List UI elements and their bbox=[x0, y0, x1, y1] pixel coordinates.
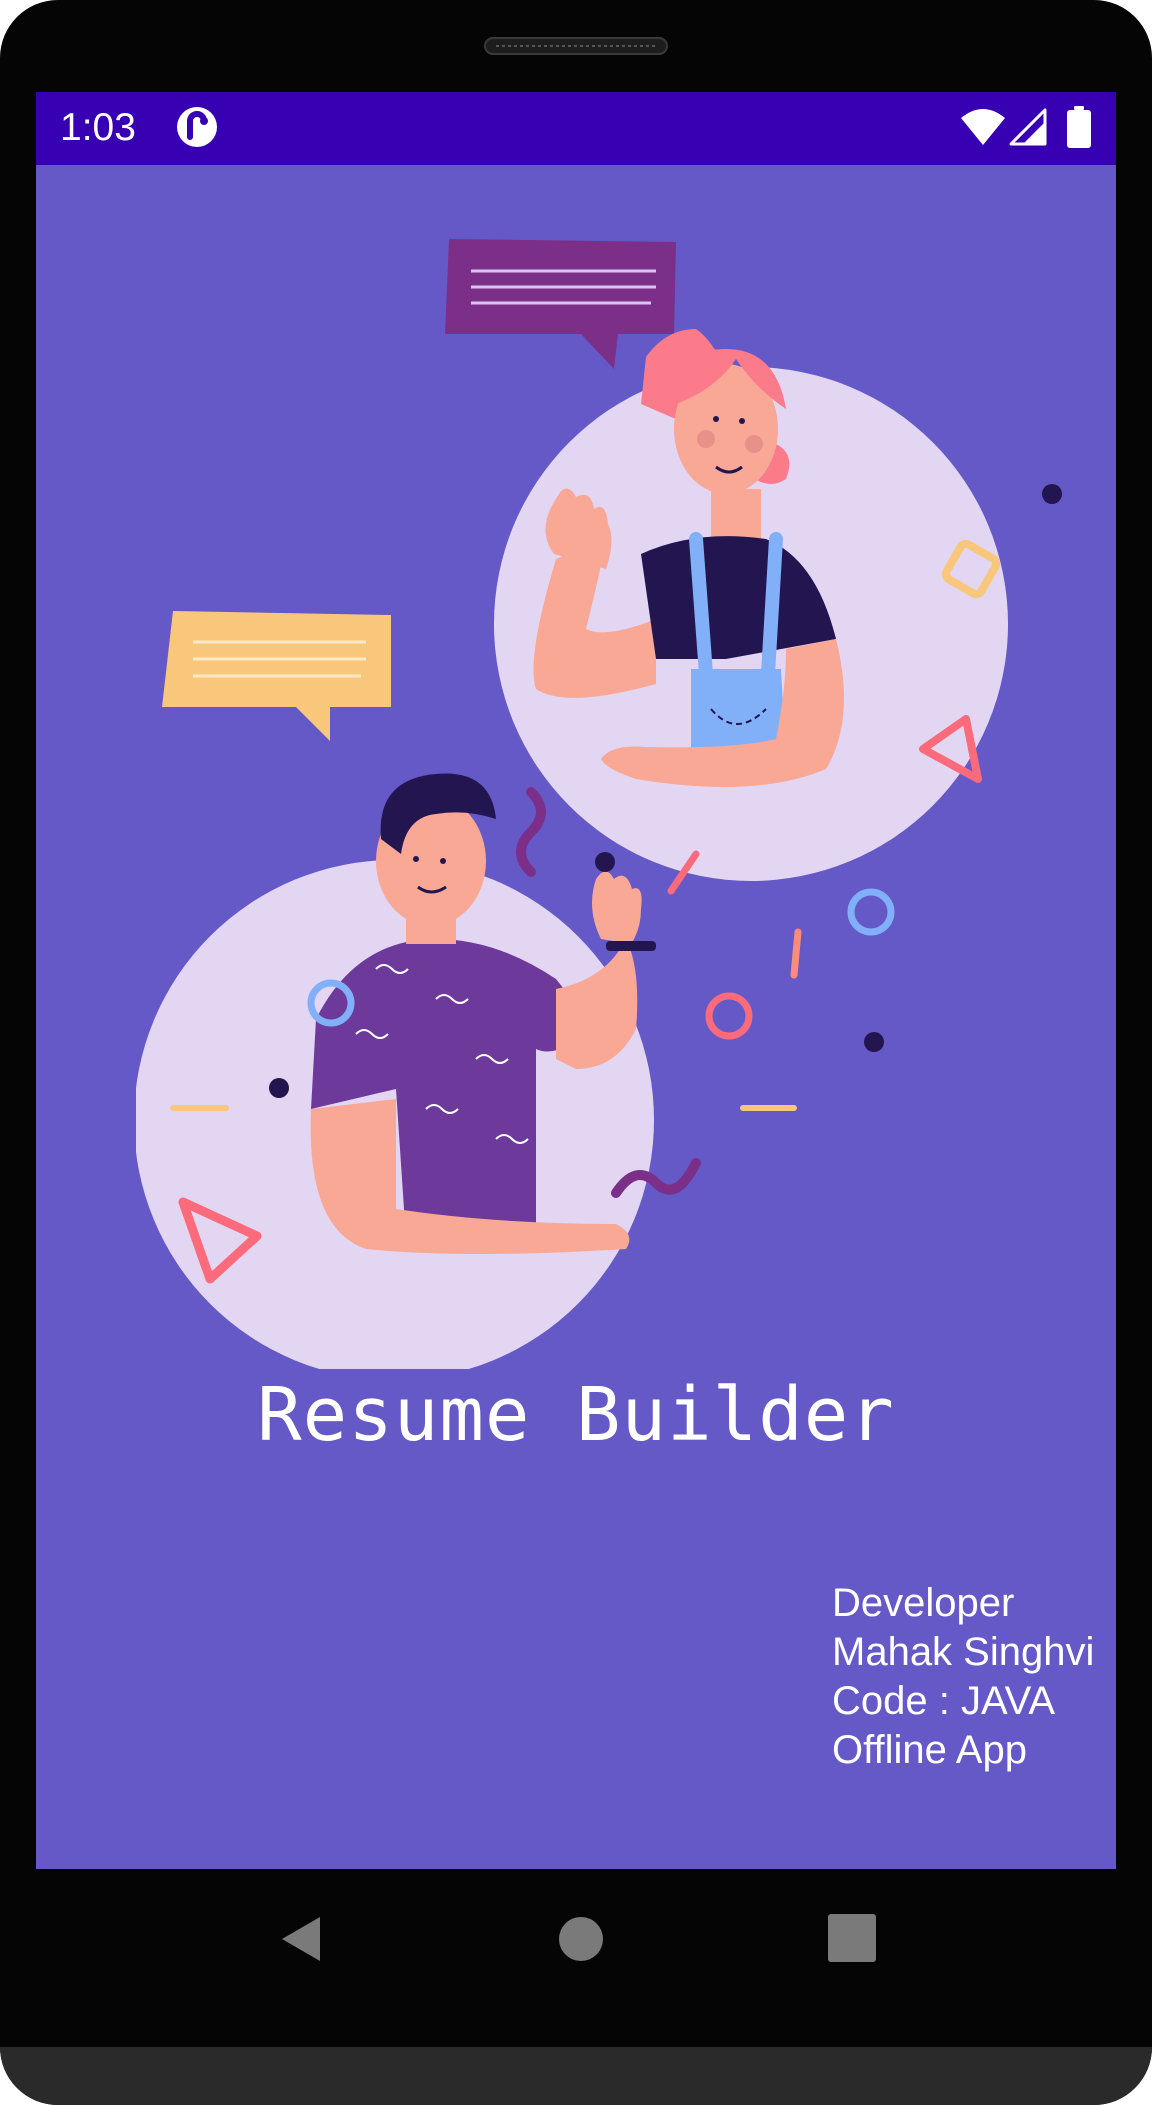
wifi-icon bbox=[961, 109, 1005, 145]
code-language: Code : JAVA bbox=[832, 1679, 1056, 1723]
phone-bottom-bezel bbox=[0, 2047, 1152, 2105]
recents-icon[interactable] bbox=[823, 1909, 881, 1967]
earpiece-speaker bbox=[484, 37, 668, 55]
battery-icon bbox=[1067, 106, 1091, 148]
developer-label: Developer bbox=[832, 1581, 1015, 1625]
navigation-bar bbox=[36, 1869, 1116, 2047]
speech-bubble-purple bbox=[445, 239, 676, 369]
chat-people-illustration bbox=[136, 239, 1062, 1369]
developer-name: Mahak Singhvi bbox=[832, 1630, 1095, 1674]
app-mode: Offline App bbox=[832, 1728, 1027, 1772]
home-icon[interactable] bbox=[551, 1909, 611, 1969]
speech-bubble-yellow bbox=[162, 611, 391, 741]
developer-info: Developer Mahak Singhvi Code : JAVA Offl… bbox=[832, 1579, 1094, 1775]
status-bar: 1:03 bbox=[36, 92, 1116, 165]
cell-signal-icon bbox=[1009, 108, 1047, 146]
app-title: Resume Builder bbox=[257, 1372, 895, 1458]
status-time: 1:03 bbox=[60, 106, 136, 149]
phone-frame: 1:03 Resume Builder Developer Mahak Sing… bbox=[0, 0, 1152, 2105]
app-notification-icon bbox=[177, 107, 217, 147]
app-screen: 1:03 Resume Builder Developer Mahak Sing… bbox=[36, 92, 1116, 1869]
back-icon[interactable] bbox=[276, 1909, 336, 1969]
